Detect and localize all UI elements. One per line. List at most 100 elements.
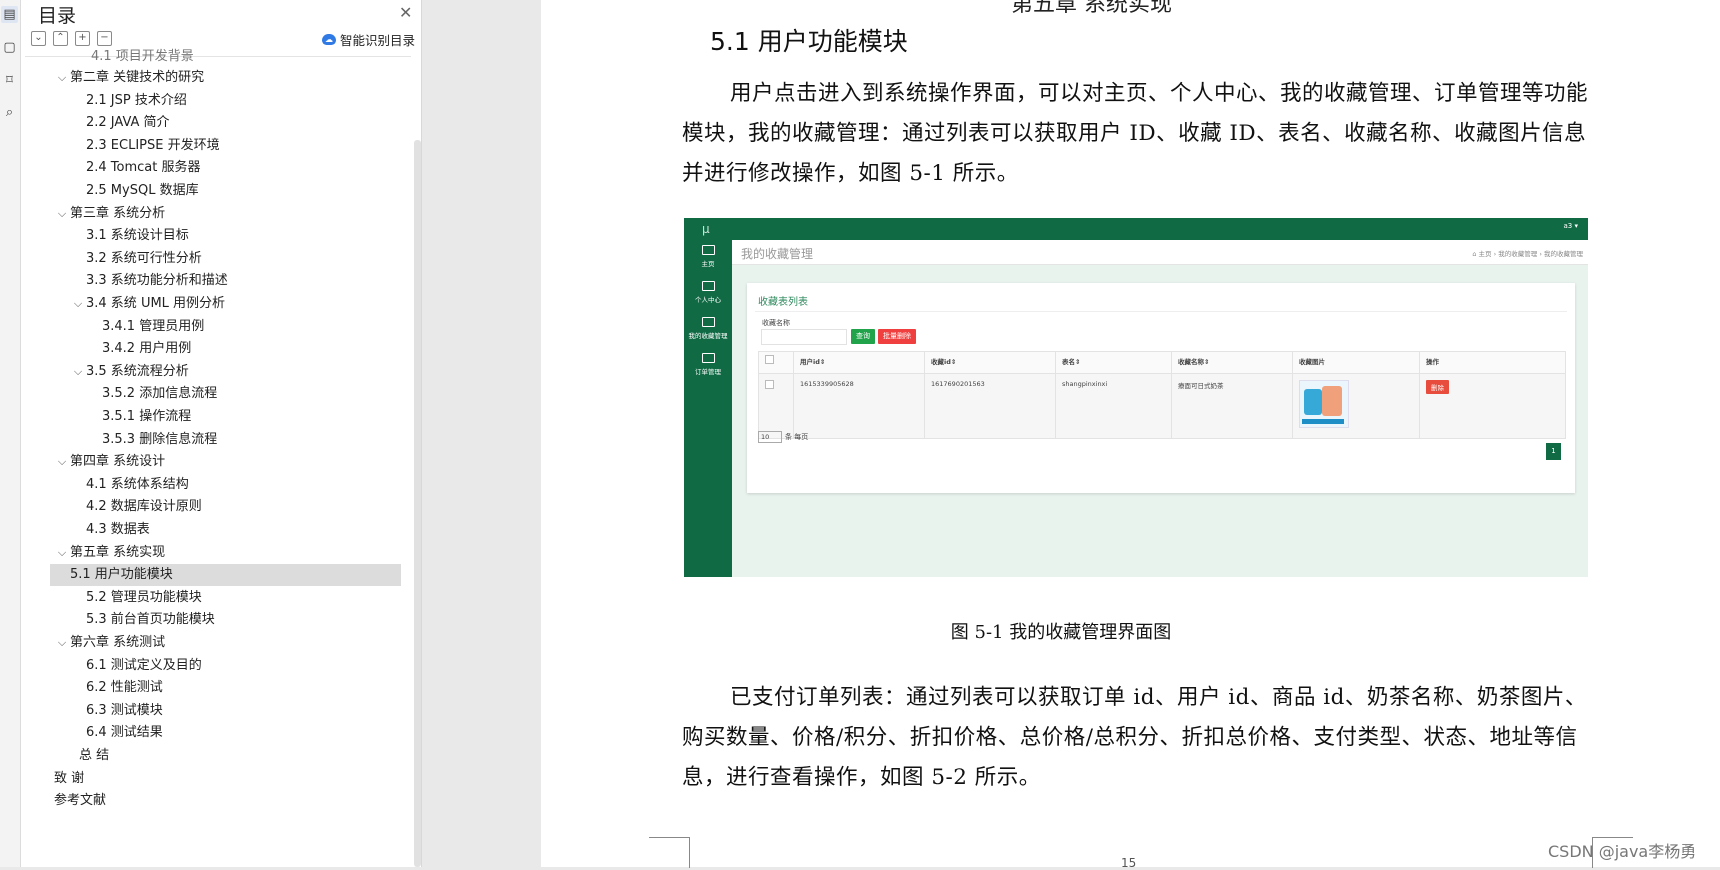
toc-item[interactable]: 6.3 测试模块 (70, 700, 163, 722)
toc-item-label: 第六章 系统测试 (70, 635, 166, 650)
monitor-icon (701, 353, 715, 363)
toc-item-label: 5.1 用户功能模块 (70, 567, 173, 582)
toc-item[interactable]: 5.3 前台首页功能模块 (70, 609, 215, 631)
toc-item[interactable]: 3.1 系统设计目标 (70, 225, 189, 247)
toc-item[interactable]: ⌵ 第三章 系统分析 (54, 203, 165, 225)
toc-item-label: 5.2 管理员功能模块 (86, 590, 202, 605)
toc-item[interactable]: 3.2 系统可行性分析 (70, 248, 202, 270)
figure-caption: 图 5-1 我的收藏管理界面图 (950, 622, 1172, 643)
fig-delete-button: 删除 (1426, 380, 1449, 394)
toc-item-label: 2.5 MySQL 数据库 (86, 183, 199, 198)
toc-item[interactable]: 参考文献 (54, 790, 106, 812)
toc-item[interactable]: 致 谢 (54, 768, 84, 790)
checkbox (765, 355, 774, 364)
dashboard-icon (701, 245, 715, 255)
table-cell (758, 373, 794, 439)
toc-item-label: 3.5.3 删除信息流程 (102, 432, 218, 447)
toc-item-label: 3.5.2 添加信息流程 (102, 386, 218, 401)
table-cell: 1617690201563 (924, 373, 1056, 439)
table-cell: shangpinxinxi (1055, 373, 1172, 439)
fig-page-header: 我的收藏管理 ⌂ 主页 › 我的收藏管理 › 我的收藏管理 (732, 240, 1588, 265)
toc-item-label: 3.3 系统功能分析和描述 (86, 273, 228, 288)
toc-item[interactable]: 6.1 测试定义及目的 (70, 655, 202, 677)
fig-user-menu: a3 ▾ (1563, 222, 1578, 230)
toc-item[interactable]: 6.2 性能测试 (70, 677, 163, 699)
chevron-down-icon[interactable]: ⌵ (54, 632, 70, 654)
toc-item-label: 2.4 Tomcat 服务器 (86, 160, 201, 175)
chevron-down-icon[interactable]: ⌵ (54, 542, 70, 564)
toc-item[interactable]: 3.3 系统功能分析和描述 (70, 270, 228, 292)
toc-item[interactable]: 2.3 ECLIPSE 开发环境 (70, 135, 220, 157)
chevron-down-icon[interactable]: ⌵ (54, 203, 70, 225)
toc-item-label: 6.4 测试结果 (86, 725, 163, 740)
toc-panel: 目录 ✕ ⌄ ⌃ + − ☁ 智能识别目录 4.1 项目开发背景 ⌵ 第二章 关键… (21, 0, 422, 867)
toc-item[interactable]: ⌵ 第五章 系统实现 (54, 542, 165, 564)
chevron-down-icon[interactable]: ⌵ (70, 361, 86, 383)
toc-list: 4.1 项目开发背景 ⌵ 第二章 关键技术的研究 2.1 JSP 技术介绍 2.2 J… (21, 0, 401, 867)
fig-nav-label: 主页 (701, 260, 715, 268)
milk-tea-image (1299, 380, 1349, 428)
table-header: 收藏图片 (1292, 351, 1420, 374)
toc-item-label: 6.3 测试模块 (86, 703, 163, 718)
toc-item-label: 5.3 前台首页功能模块 (86, 612, 215, 627)
table-header: 收藏名称⇕ (1171, 351, 1293, 374)
toc-item[interactable]: 4.2 数据库设计原则 (70, 496, 202, 518)
page-thumbnail-icon[interactable]: ▢ (1, 39, 18, 56)
watermark: CSDN @java李杨勇 (1548, 842, 1697, 861)
fig-filter-label: 收藏名称 (762, 319, 790, 327)
toc-item[interactable]: 3.4.2 用户用例 (86, 338, 191, 360)
table-header: 收藏id⇕ (924, 351, 1056, 374)
close-icon[interactable]: ✕ (399, 3, 412, 22)
fig-nav-favorites: 我的收藏管理 (684, 317, 732, 340)
toc-item[interactable]: 3.5.2 添加信息流程 (86, 383, 217, 405)
chevron-down-icon[interactable]: ⌵ (70, 293, 86, 315)
fig-page-size-label: 条 每页 (785, 433, 809, 441)
figure-screenshot: µ 主页 个人中心 我的收藏管理 订单管理 a3 ▾ 我的收藏管理 ⌂ 主页 ›… (684, 218, 1588, 577)
fig-page-size: 10 条 每页 (758, 431, 808, 443)
scrollbar[interactable] (414, 140, 421, 867)
fig-nav-label: 个人中心 (695, 296, 721, 304)
fig-pagination-current: 1 (1546, 443, 1561, 460)
fig-table: 用户id⇕ 收藏id⇕ 表名⇕ 收藏名称⇕ 收藏图片 操作 1615339905… (758, 351, 1566, 439)
toc-item[interactable]: ⌵ 3.4 系统 UML 用例分析 (70, 293, 225, 315)
toc-item[interactable]: ⌵ 第四章 系统设计 (54, 451, 165, 473)
toc-item-label: 2.1 JSP 技术介绍 (86, 93, 187, 108)
toc-item[interactable]: 6.4 测试结果 (70, 722, 163, 744)
toc-item[interactable]: ⌵ 第二章 关键技术的研究 (54, 67, 204, 89)
search-icon[interactable]: ⌕ (1, 104, 18, 121)
toc-item[interactable]: 3.4.1 管理员用例 (86, 316, 204, 338)
fig-query-button: 查询 (851, 329, 875, 344)
toc-item[interactable]: 3.5.1 操作流程 (86, 406, 191, 428)
toc-item[interactable]: 3.5.3 删除信息流程 (86, 429, 217, 451)
monitor-icon (701, 281, 715, 291)
table-header: 表名⇕ (1055, 351, 1172, 374)
chevron-down-icon[interactable]: ⌵ (54, 451, 70, 473)
toc-item[interactable]: 5.1 用户功能模块 (50, 564, 401, 586)
toc-item[interactable]: 4.3 数据表 (70, 519, 150, 541)
toc-item[interactable]: 2.2 JAVA 简介 (70, 112, 170, 134)
bookmark-icon[interactable]: ⌑ (1, 72, 18, 89)
chevron-down-icon[interactable]: ⌵ (54, 67, 70, 89)
toc-item-label: 4.2 数据库设计原则 (86, 499, 202, 514)
checkbox (765, 380, 774, 389)
toc-item-partial[interactable]: 4.1 项目开发背景 (91, 46, 194, 68)
toc-item-label: 3.5.1 操作流程 (102, 409, 192, 424)
toc-item-label: 第四章 系统设计 (70, 454, 166, 469)
divider (755, 311, 1567, 312)
fig-breadcrumb: ⌂ 主页 › 我的收藏管理 › 我的收藏管理 (1472, 250, 1583, 258)
toc-item-label: 4.3 数据表 (86, 522, 150, 537)
toc-view-icon[interactable]: ▤ (1, 6, 18, 23)
toc-item[interactable]: 2.5 MySQL 数据库 (70, 180, 199, 202)
fig-filter-input (761, 329, 847, 345)
toc-item-label: 6.2 性能测试 (86, 680, 163, 695)
toc-item[interactable]: ⌵ 第六章 系统测试 (54, 632, 165, 654)
fig-list-card: 收藏表列表 收藏名称 查询 批量删除 用户id⇕ 收藏id⇕ 表名⇕ 收藏名称⇕… (747, 283, 1575, 493)
toc-item[interactable]: 2.1 JSP 技术介绍 (70, 90, 187, 112)
toc-item[interactable]: 总 结 (79, 745, 109, 767)
toc-item[interactable]: 5.2 管理员功能模块 (70, 587, 202, 609)
toc-item[interactable]: 4.1 系统体系结构 (70, 474, 189, 496)
toc-item[interactable]: 2.4 Tomcat 服务器 (70, 157, 201, 179)
toc-item-label: 第五章 系统实现 (70, 545, 166, 560)
toc-item[interactable]: ⌵ 3.5 系统流程分析 (70, 361, 189, 383)
table-header-row: 用户id⇕ 收藏id⇕ 表名⇕ 收藏名称⇕ 收藏图片 操作 (758, 351, 1566, 374)
